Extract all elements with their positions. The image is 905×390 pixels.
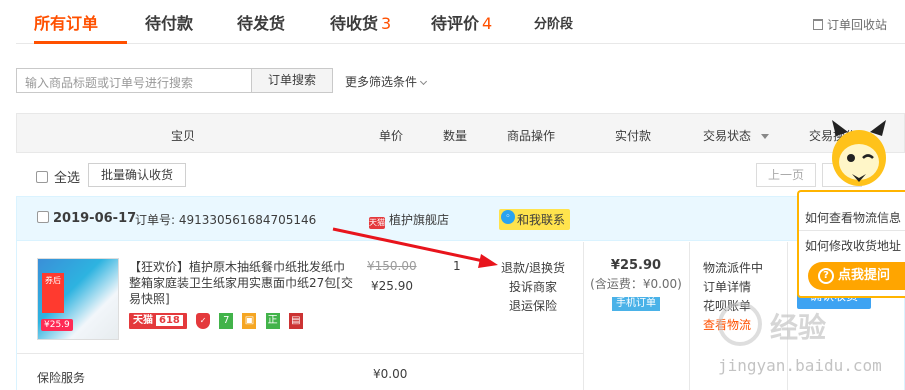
tab-installments[interactable]: 分阶段 <box>534 13 573 32</box>
tab-pending-shipment[interactable]: 待发货 <box>237 10 285 34</box>
contact-seller-button[interactable]: ◦ 和我联系 <box>499 209 571 230</box>
prev-page-button[interactable]: 上一页 <box>756 163 816 187</box>
invoice-icon[interactable]: ▤ <box>288 313 303 329</box>
shield-icon[interactable]: ✓ <box>196 313 211 329</box>
pending-review-count: 4 <box>482 14 493 33</box>
tab-pending-payment[interactable]: 待付款 <box>145 10 193 34</box>
tmall-icon: 天猫 <box>369 217 385 229</box>
order-header: 2019-06-17 订单号: 491330561684705146 天猫 植护旗… <box>17 197 904 241</box>
order-page: 所有订单 待付款 待发货 待收货 3 待评价 4 分阶段 订单回收站 输入商品标题或… <box>0 0 905 390</box>
table-header: 宝贝 单价 数量 商品操作 实付款 交易状态 交易操作 <box>16 113 905 153</box>
refund-return-link[interactable]: 退款/退换货 <box>497 259 569 278</box>
thumb-price: ¥25.9 <box>41 319 73 331</box>
mobile-order-badge: 手机订单 <box>612 297 660 311</box>
order-status: 物流派件中 订单详情 花呗账单 查看物流 <box>703 259 763 335</box>
active-tab-underline <box>34 41 127 44</box>
status-text: 物流派件中 <box>703 261 764 275</box>
order-number: 订单号: 491330561684705146 <box>135 213 317 227</box>
return-insurance-link[interactable]: 退运保险 <box>497 297 569 316</box>
gift-icon[interactable]: ▣ <box>242 313 257 329</box>
help-mascot-icon[interactable] <box>828 118 890 190</box>
order-detail-link[interactable]: 订单详情 <box>703 278 763 297</box>
shop-link[interactable]: 天猫 植护旗舰店 <box>369 211 449 229</box>
order-tabs: 所有订单 待付款 待发货 待收货 3 待评价 4 分阶段 订单回收站 <box>16 0 905 44</box>
order-date: 2019-06-17 <box>37 211 136 226</box>
header-paid: 实付款 <box>615 129 652 143</box>
order-card: 2019-06-17 订单号: 491330561684705146 天猫 植护旗… <box>16 196 905 390</box>
ask-question-button[interactable]: ? 点我提问 <box>808 262 905 290</box>
recycle-bin-link[interactable]: 订单回收站 <box>812 16 887 33</box>
product-title-link[interactable]: 【狂欢价】植护原木抽纸餐巾纸批发纸巾整箱家庭装卫生纸家用实惠面巾纸27包[交易快… <box>129 259 355 307</box>
huabei-bill-link[interactable]: 花呗账单 <box>703 297 763 316</box>
view-logistics-link[interactable]: 查看物流 <box>703 316 763 335</box>
divider <box>787 242 788 390</box>
header-item-ops: 商品操作 <box>507 129 556 143</box>
authentic-icon[interactable]: 正 <box>265 313 280 329</box>
product-badges: 天猫 618 ✓ 7 ▣ 正 ▤ <box>129 313 309 329</box>
tab-all-orders[interactable]: 所有订单 <box>34 10 98 34</box>
tmall-618-badge: 天猫 618 <box>129 313 187 329</box>
trash-icon <box>812 19 823 30</box>
divider <box>689 242 690 390</box>
pending-receipt-count: 3 <box>381 14 392 33</box>
item-operations: 退款/退换货 投诉商家 退运保险 <box>497 259 569 316</box>
total-amount: ¥25.90 <box>610 258 662 273</box>
insurance-service-label: 保险服务 <box>37 371 86 385</box>
seven-day-return-icon[interactable]: 7 <box>219 313 234 329</box>
search-button[interactable]: 订单搜索 <box>251 68 333 93</box>
help-item-logistics[interactable]: 如何查看物流信息 <box>805 209 901 226</box>
question-icon: ? <box>818 268 834 284</box>
chat-bubble-icon: ◦ <box>501 210 515 224</box>
product-thumbnail[interactable]: 券后 ¥25.9 <box>37 258 119 340</box>
select-all[interactable]: 全选 <box>36 167 80 186</box>
batch-confirm-button[interactable]: 批量确认收货 <box>88 163 186 187</box>
header-unit-price: 单价 <box>379 129 404 143</box>
search-input[interactable]: 输入商品标题或订单号进行搜索 <box>16 68 252 93</box>
header-quantity: 数量 <box>443 129 468 143</box>
original-price: ¥150.00 <box>367 259 417 273</box>
thumb-tag: 券后 <box>42 273 64 313</box>
header-status[interactable]: 交易状态 <box>703 127 770 144</box>
header-item: 宝贝 <box>171 129 196 143</box>
divider <box>17 353 583 354</box>
chevron-down-icon <box>419 77 428 86</box>
help-item-address[interactable]: 如何修改收货地址 <box>805 237 901 254</box>
more-filters-toggle[interactable]: 更多筛选条件 <box>345 73 428 90</box>
unit-price: ¥25.90 <box>371 279 413 293</box>
tab-pending-review[interactable]: 待评价 4 <box>431 10 492 34</box>
divider <box>799 230 905 231</box>
shipping-fee: (含运费：¥0.00) <box>590 277 682 291</box>
paid-amount: ¥25.90 (含运费：¥0.00) 手机订单 <box>583 257 689 311</box>
order-checkbox[interactable] <box>37 211 49 223</box>
complain-seller-link[interactable]: 投诉商家 <box>497 278 569 297</box>
select-all-checkbox[interactable] <box>36 171 48 183</box>
insurance-service-price: ¥0.00 <box>373 367 408 381</box>
quantity: 1 <box>453 259 461 273</box>
dropdown-triangle-icon <box>761 134 770 139</box>
tab-pending-receipt[interactable]: 待收货 3 <box>330 10 391 34</box>
